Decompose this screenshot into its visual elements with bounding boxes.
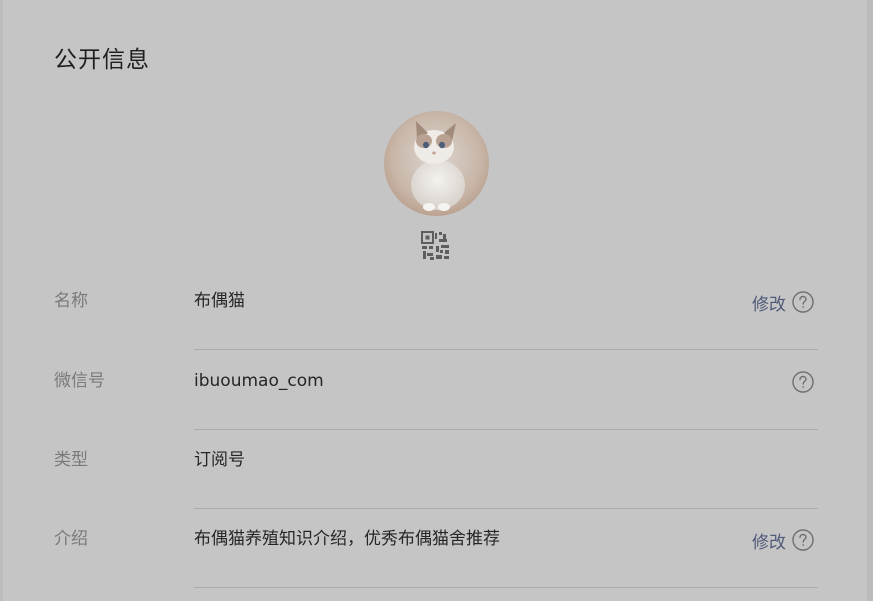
row-actions	[792, 369, 814, 395]
row-value: 布偶猫	[194, 291, 245, 311]
row-value: ibuoumao_com	[194, 371, 324, 391]
edit-intro-link[interactable]: 修改	[752, 528, 786, 553]
info-row-intro: 介绍 布偶猫养殖知识介绍，优秀布偶猫舍推荐 修改	[54, 509, 818, 588]
row-label: 微信号	[54, 371, 105, 391]
row-divider	[194, 349, 818, 350]
row-label: 名称	[54, 291, 88, 311]
info-row-name: 名称 布偶猫 修改	[54, 271, 818, 350]
row-actions: 修改	[752, 527, 814, 553]
info-row-type: 类型 订阅号	[54, 430, 818, 509]
row-actions: 修改	[752, 289, 814, 315]
row-label: 类型	[54, 450, 88, 470]
right-scrollbar[interactable]	[867, 0, 873, 601]
section-title: 公开信息	[54, 47, 150, 73]
avatar[interactable]	[384, 111, 489, 216]
help-circle-icon[interactable]	[792, 371, 814, 393]
qr-code-icon[interactable]	[421, 231, 451, 261]
cat-avatar-image	[384, 111, 489, 216]
help-circle-icon[interactable]	[792, 291, 814, 313]
row-label: 介绍	[54, 529, 88, 549]
public-info-page: 公开信息 名称 布偶猫 修改 微信号 ibuoumao_com 类型 订阅号 介…	[0, 0, 873, 601]
row-divider	[194, 587, 818, 588]
help-circle-icon[interactable]	[792, 529, 814, 551]
info-row-wechat-id: 微信号 ibuoumao_com	[54, 351, 818, 430]
row-value: 订阅号	[194, 450, 245, 470]
left-edge	[0, 0, 3, 601]
edit-name-link[interactable]: 修改	[752, 290, 786, 315]
row-value: 布偶猫养殖知识介绍，优秀布偶猫舍推荐	[194, 529, 500, 549]
